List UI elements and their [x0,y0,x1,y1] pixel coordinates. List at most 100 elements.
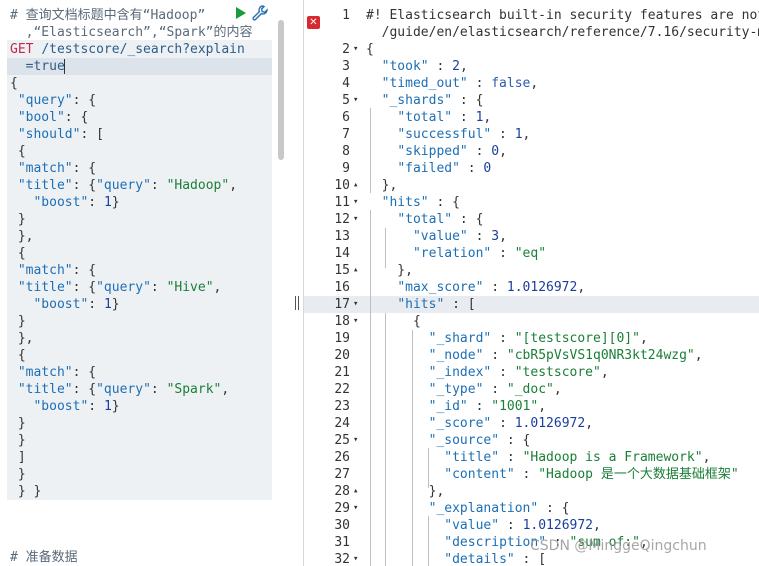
line-number: 25 [334,433,350,448]
code-token: , [577,280,586,295]
fold-toggle-icon[interactable]: ▾ [353,211,361,228]
response-line: "content" : "Hadoop 是一个大数据基础框架" [366,466,739,483]
response-line: "max_score" : 1.0126972, [366,279,585,296]
code-token: /guide/en/elasticsearch/reference/7.16/s… [366,25,759,40]
code-token: 1 [103,297,112,312]
code-token: "query" [96,280,151,295]
request-editor-panel[interactable]: # 查询文档标题中含有“Hadoop” ,“Elasticsearch”,“Sp… [0,0,300,566]
code-token: } [10,467,26,482]
code-token: , [600,365,609,380]
unfold-toggle-icon[interactable]: ▴ [353,262,361,279]
fold-toggle-icon[interactable]: ▾ [353,551,361,566]
code-token: "skipped" [397,144,468,159]
play-icon[interactable] [236,7,246,19]
fold-toggle-icon[interactable]: ▾ [353,432,361,449]
fold-toggle-icon[interactable]: ▾ [353,92,361,109]
response-line: "_shards" : { [366,92,484,109]
code-token: "max_score" [397,280,484,295]
line-number: 18 [334,314,350,329]
code-token: "Hadoop 是一个大数据基础框架" [538,467,739,482]
response-line: "total" : { [366,211,483,228]
code-token: "testscore" [514,365,601,380]
code-token: "total" [397,212,453,227]
wrench-icon[interactable] [252,5,268,21]
editor-line: } [10,466,26,483]
code-token: , [499,144,507,159]
response-panel[interactable]: 1 #! Elasticsearch built-in security feat… [304,0,759,566]
code-token: "match" [10,365,73,380]
editor-line: "title": {"query": "Hadoop", [10,177,237,194]
code-token: "_doc" [506,382,554,397]
editor-line: # 查询文档标题中含有“Hadoop” [10,7,205,24]
unfold-toggle-icon[interactable]: ▴ [353,483,361,500]
editor-line: }, [10,330,34,347]
editor-line: ,“Elasticsearch”,“Spark”的内容 [10,24,253,41]
code-token: : [491,365,515,380]
code-token: , [213,280,222,295]
code-token: : { [72,178,97,193]
unfold-toggle-icon[interactable]: ▴ [353,177,361,194]
watermark: CSDN @MinggeQingchun [530,538,707,554]
code-token: , [639,331,648,346]
line-number: 17 [334,297,350,312]
code-token: : [514,467,539,482]
editor-line: "bool": { [10,109,88,126]
code-token: 0 [483,161,492,176]
panel-resize-handle[interactable] [295,296,299,310]
code-token: "_id" [428,399,468,414]
code-token: "query" [10,93,73,108]
editor-scrollbar[interactable] [278,20,284,160]
fold-toggle-icon[interactable]: ▾ [353,41,361,58]
code-token: "_shard" [428,331,492,346]
code-token: "cbR5pVsVS1q0NR3kt24wzg" [506,348,695,363]
response-line: "hits" : [ [366,296,475,313]
code-token: , [229,178,238,193]
code-token: 3 [491,229,500,244]
code-token: "title" [444,450,500,465]
code-token: "hits" [397,297,445,312]
code-token: "content" [444,467,515,482]
editor-line: { [10,75,18,92]
response-line: "_score" : 1.0126972, [366,415,593,432]
code-token: "details" [444,552,515,566]
editor-line: =true [10,58,65,75]
error-icon[interactable]: ✕ [307,16,320,29]
line-number: 29 [334,501,350,516]
editor-line: } [10,432,26,449]
line-number: 22 [334,382,350,397]
code-token: : [467,76,492,91]
code-token: ] [10,450,26,465]
code-token: , [499,229,507,244]
code-token: } [111,195,120,210]
code-token: : [150,178,167,193]
code-token: , [702,450,711,465]
code-token: GET [10,42,42,57]
code-token: , [694,348,703,363]
code-token: "_explanation" [428,501,539,516]
code-token: , [221,382,230,397]
fold-toggle-icon[interactable]: ▾ [353,194,361,211]
code-token: } [10,314,26,329]
code-token: "Spark" [166,382,222,397]
line-number: 26 [334,450,350,465]
code-token: : { [64,110,89,125]
code-token: #! Elasticsearch built-in security featu… [366,8,759,23]
fold-toggle-icon[interactable]: ▾ [353,500,361,517]
response-line: { [366,41,374,58]
code-token: "successful" [397,127,492,142]
line-number: 19 [334,331,350,346]
code-token: "hits" [381,195,429,210]
editor-line: "boost": 1} [10,194,120,211]
fold-toggle-icon[interactable]: ▾ [353,313,361,330]
editor-line: "title": {"query": "Spark", [10,381,229,398]
fold-toggle-icon[interactable]: ▾ [353,296,361,313]
